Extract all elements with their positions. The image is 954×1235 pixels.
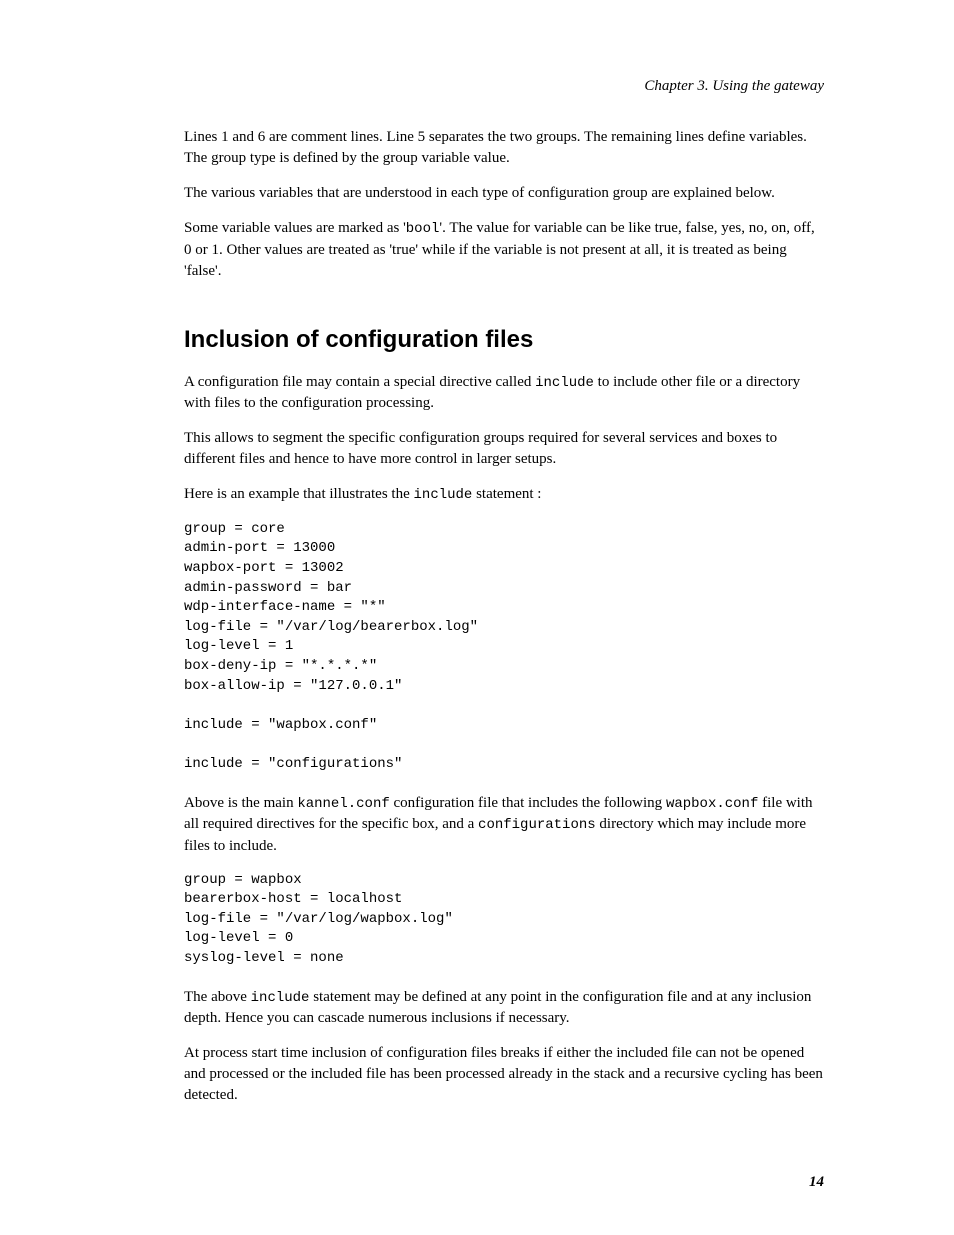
code-block-kannel-conf: group = core admin-port = 13000 wapbox-p… (184, 520, 824, 775)
paragraph-example-intro: Here is an example that illustrates the … (184, 484, 824, 506)
paragraph-process-start: At process start time inclusion of confi… (184, 1043, 824, 1106)
chapter-header: Chapter 3. Using the gateway (184, 78, 824, 95)
paragraph-above-include: The above include statement may be defin… (184, 987, 824, 1030)
section-title: Inclusion of configuration files (184, 326, 824, 354)
text-fragment: configuration file that includes the fol… (390, 795, 666, 811)
paragraph-include-desc: A configuration file may contain a speci… (184, 372, 824, 415)
text-fragment: A configuration file may contain a speci… (184, 374, 535, 390)
text-fragment: Some variable values are marked as ' (184, 220, 406, 236)
paragraph-intro-1: Lines 1 and 6 are comment lines. Line 5 … (184, 127, 824, 169)
inline-code: configurations (478, 817, 596, 833)
inline-code: include (251, 990, 310, 1006)
paragraph-segment: This allows to segment the specific conf… (184, 428, 824, 470)
paragraph-above-main: Above is the main kannel.conf configurat… (184, 793, 824, 857)
inline-code: bool (406, 221, 440, 237)
inline-code: include (414, 487, 473, 503)
text-fragment: statement : (472, 486, 541, 502)
text-fragment: Above is the main (184, 795, 297, 811)
text-fragment: Here is an example that illustrates the (184, 486, 414, 502)
paragraph-bool: Some variable values are marked as 'bool… (184, 218, 824, 282)
code-block-wapbox-conf: group = wapbox bearerbox-host = localhos… (184, 871, 824, 969)
text-fragment: The above (184, 989, 251, 1005)
page-number: 14 (809, 1174, 824, 1191)
paragraph-intro-2: The various variables that are understoo… (184, 183, 824, 204)
inline-code: include (535, 375, 594, 391)
inline-code: kannel.conf (297, 796, 389, 812)
inline-code: wapbox.conf (666, 796, 758, 812)
